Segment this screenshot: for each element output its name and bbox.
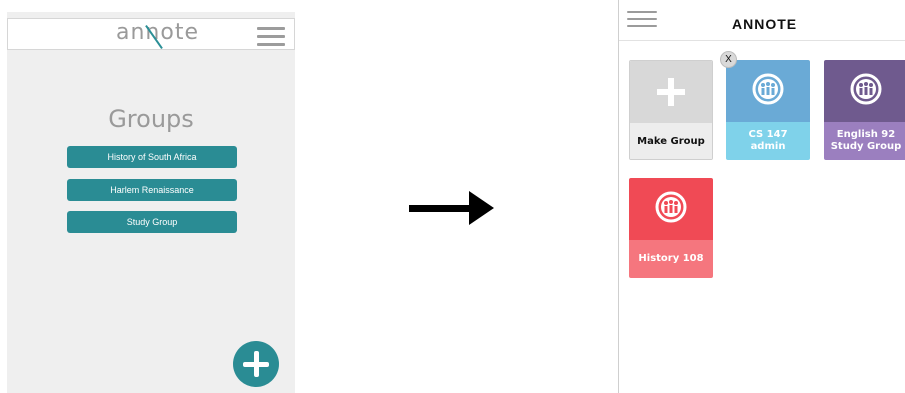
- tile-top: [629, 178, 713, 240]
- close-badge[interactable]: X: [720, 51, 737, 68]
- tile-label-line1: English 92: [836, 129, 896, 140]
- plus-icon: [657, 78, 685, 106]
- after-screen: ANNOTE Make Group X CS 147 admin English…: [618, 0, 905, 393]
- group-icon: [655, 191, 687, 223]
- group-button-history-south-africa[interactable]: History of South Africa: [67, 146, 237, 168]
- group-tile-english92[interactable]: English 92 Study Group: [824, 60, 905, 160]
- tile-top: [824, 60, 905, 122]
- tile-label-line1: History 108: [638, 253, 704, 264]
- tile-label-line1: CS 147: [748, 129, 788, 140]
- group-icon: [752, 73, 784, 105]
- tile-label: CS 147 admin: [726, 122, 810, 160]
- make-group-text: Make Group: [637, 136, 705, 147]
- make-group-tile[interactable]: Make Group: [629, 60, 713, 160]
- before-header: annote: [7, 18, 295, 50]
- transition-arrow-head: [469, 191, 494, 225]
- transition-arrow-shaft: [409, 205, 471, 212]
- group-icon: [850, 73, 882, 105]
- tile-top: [726, 60, 810, 122]
- make-group-label: Make Group: [630, 123, 712, 159]
- hamburger-icon[interactable]: [257, 27, 285, 47]
- tile-label: History 108: [629, 240, 713, 278]
- after-header: ANNOTE: [619, 0, 905, 41]
- tile-label-line2: Study Group: [830, 141, 902, 152]
- tile-label: English 92 Study Group: [824, 122, 905, 160]
- group-tile-cs147[interactable]: CS 147 admin: [726, 60, 810, 160]
- hamburger-icon[interactable]: [627, 11, 657, 31]
- make-group-tile-top: [630, 61, 712, 123]
- group-tile-history108[interactable]: History 108: [629, 178, 713, 278]
- group-button-study-group[interactable]: Study Group: [67, 211, 237, 233]
- app-title: ANNOTE: [732, 16, 798, 32]
- tile-label-line2: admin: [750, 141, 786, 152]
- page-title: Groups: [108, 105, 194, 133]
- group-button-harlem-renaissance[interactable]: Harlem Renaissance: [67, 179, 237, 201]
- add-group-button[interactable]: [233, 341, 279, 387]
- before-screen: annote Groups History of South Africa Ha…: [7, 12, 295, 393]
